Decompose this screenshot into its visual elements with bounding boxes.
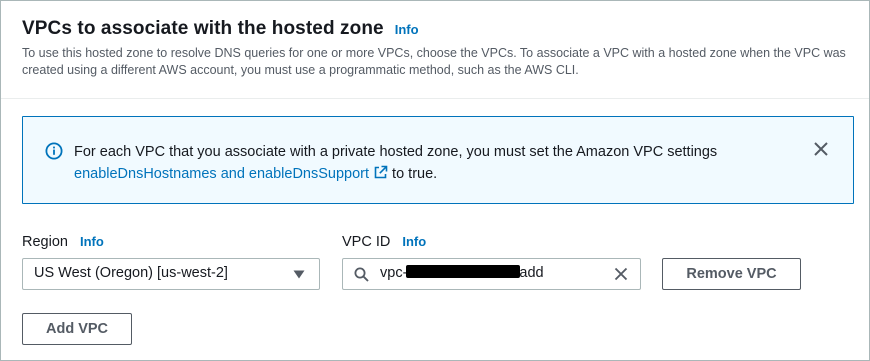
region-selected-value: US West (Oregon) [us-west-2] (34, 265, 228, 281)
dns-settings-link[interactable]: enableDnsHostnames and enableDnsSupport (74, 165, 388, 182)
vpc-id-prefix: vpc- (380, 265, 408, 281)
caret-down-icon (293, 270, 305, 279)
vpc-id-search-input[interactable]: vpc-add (342, 258, 641, 290)
alert-text: For each VPC that you associate with a p… (74, 144, 718, 160)
title-row: VPCs to associate with the hosted zone I… (22, 18, 419, 40)
region-info-link[interactable]: Info (80, 234, 104, 249)
search-icon (354, 267, 369, 282)
redacted-vpc-id-block (406, 265, 521, 278)
remove-vpc-button[interactable]: Remove VPC (662, 258, 801, 290)
vpc-id-suffix: add (519, 265, 544, 281)
info-alert: For each VPC that you associate with a p… (22, 116, 854, 204)
external-link-icon (374, 165, 388, 179)
alert-text-after: to true. (388, 166, 438, 182)
region-label: Region (22, 234, 68, 250)
vpc-label-row: VPC ID Info (342, 234, 426, 250)
section-title: VPCs to associate with the hosted zone (22, 18, 384, 39)
vpc-id-label: VPC ID (342, 234, 391, 250)
close-icon[interactable] (813, 141, 829, 157)
vpc-id-value[interactable]: vpc-add (380, 265, 544, 281)
vpc-association-panel: VPCs to associate with the hosted zone I… (0, 0, 870, 361)
section-header: VPCs to associate with the hosted zone I… (1, 1, 869, 99)
region-select[interactable]: US West (Oregon) [us-west-2] (22, 258, 320, 290)
section-description: To use this hosted zone to resolve DNS q… (22, 46, 846, 77)
title-info-link[interactable]: Info (395, 22, 419, 37)
alert-message: For each VPC that you associate with a p… (74, 141, 774, 185)
add-vpc-button[interactable]: Add VPC (22, 313, 132, 345)
clear-icon[interactable] (614, 267, 628, 281)
info-circle-icon (45, 142, 63, 160)
region-label-row: Region Info (22, 234, 104, 250)
dns-settings-link-text[interactable]: enableDnsHostnames and enableDnsSupport (74, 166, 369, 182)
vpc-info-link[interactable]: Info (402, 234, 426, 249)
